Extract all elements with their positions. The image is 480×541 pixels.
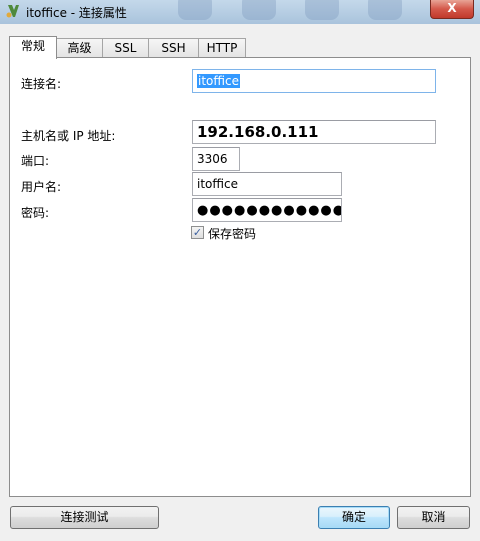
background-ghost bbox=[305, 0, 339, 20]
background-ghost bbox=[242, 0, 276, 20]
cancel-button[interactable]: 取消 bbox=[397, 506, 470, 529]
host-value: 192.168.0.111 bbox=[197, 123, 319, 141]
check-icon: ✓ bbox=[192, 226, 203, 239]
close-button[interactable]: X bbox=[430, 0, 474, 19]
ok-button[interactable]: 确定 bbox=[318, 506, 390, 529]
connection-properties-dialog: 常规 高级 SSL SSH HTTP 连接名: itoffice 主机名或 IP… bbox=[0, 24, 480, 541]
close-icon: X bbox=[447, 1, 457, 15]
host-input[interactable]: 192.168.0.111 bbox=[192, 120, 436, 144]
tab-label: SSH bbox=[161, 41, 186, 55]
connection-name-label: 连接名: bbox=[21, 77, 62, 91]
tab-label: 高级 bbox=[67, 41, 92, 55]
tab-ssl[interactable]: SSL bbox=[102, 38, 149, 58]
password-value: ●●●●●●●●●●●●●● bbox=[197, 203, 341, 218]
save-password-checkbox[interactable]: ✓ bbox=[191, 226, 204, 239]
cancel-label: 取消 bbox=[421, 510, 446, 524]
connection-name-input[interactable]: itoffice bbox=[192, 69, 436, 93]
background-ghost bbox=[178, 0, 212, 20]
username-input[interactable]: itoffice bbox=[192, 172, 342, 196]
tab-label: HTTP bbox=[206, 41, 238, 55]
password-label: 密码: bbox=[21, 206, 50, 220]
port-input[interactable]: 3306 bbox=[192, 147, 240, 171]
tab-label: SSL bbox=[114, 41, 137, 55]
test-connection-button[interactable]: 连接测试 bbox=[10, 506, 159, 529]
title-bar: itoffice - 连接属性 X bbox=[0, 0, 480, 24]
window-title: itoffice - 连接属性 bbox=[26, 6, 127, 20]
navicat-app-icon bbox=[6, 5, 19, 18]
tab-general[interactable]: 常规 bbox=[9, 36, 57, 59]
connection-name-value: itoffice bbox=[197, 74, 240, 88]
background-ghost bbox=[368, 0, 402, 20]
port-value: 3306 bbox=[197, 152, 228, 166]
tab-http[interactable]: HTTP bbox=[198, 38, 246, 58]
general-tab-panel: 连接名: itoffice 主机名或 IP 地址: 192.168.0.111 … bbox=[9, 57, 471, 497]
save-password-label: 保存密码 bbox=[208, 227, 257, 241]
tab-label: 常规 bbox=[20, 39, 45, 53]
test-connection-label: 连接测试 bbox=[60, 510, 109, 524]
username-label: 用户名: bbox=[21, 180, 62, 194]
port-label: 端口: bbox=[21, 154, 50, 168]
username-value: itoffice bbox=[197, 177, 238, 191]
tab-advanced[interactable]: 高级 bbox=[56, 38, 103, 58]
ok-label: 确定 bbox=[341, 510, 366, 524]
host-label: 主机名或 IP 地址: bbox=[21, 129, 116, 143]
tab-ssh[interactable]: SSH bbox=[148, 38, 199, 58]
password-input[interactable]: ●●●●●●●●●●●●●● bbox=[192, 198, 342, 222]
